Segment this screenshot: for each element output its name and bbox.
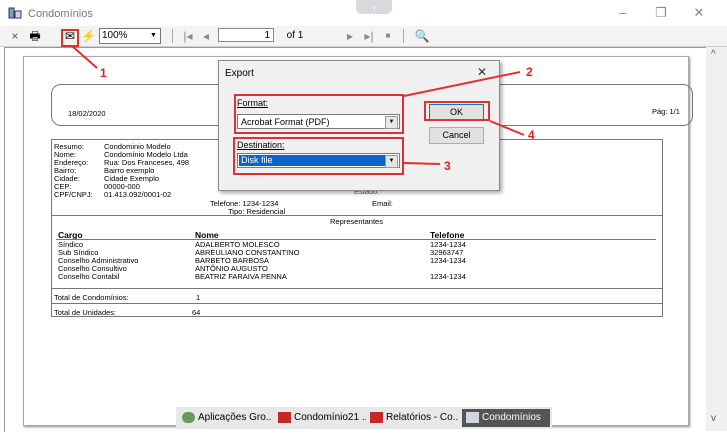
taskbar: Aplicações Gro... Condomínio21 ... Relat… xyxy=(176,407,552,429)
annotation-arrows xyxy=(71,45,525,165)
taskbar-item-label: Relatórios - Co... xyxy=(386,412,458,423)
taskbar-item[interactable]: Condomínio21 ... xyxy=(278,409,366,427)
taskbar-item-active[interactable]: Condomínios xyxy=(462,409,550,427)
annotation-number-3: 3 xyxy=(444,159,451,173)
app-icon xyxy=(182,411,195,423)
app-icon xyxy=(466,411,479,423)
annotation-number-2: 2 xyxy=(526,65,533,79)
taskbar-item-label: Aplicações Gro... xyxy=(198,412,272,423)
taskbar-item-label: Condomínio21 ... xyxy=(294,412,366,423)
app-icon xyxy=(278,411,291,423)
annotation-number-1: 1 xyxy=(100,66,107,80)
taskbar-item-label: Condomínios xyxy=(482,412,541,423)
taskbar-item[interactable]: Relatórios - Co... xyxy=(370,409,458,427)
taskbar-item[interactable]: Aplicações Gro... xyxy=(182,409,272,427)
annotation-number-4: 4 xyxy=(528,128,535,142)
app-icon xyxy=(370,411,383,423)
